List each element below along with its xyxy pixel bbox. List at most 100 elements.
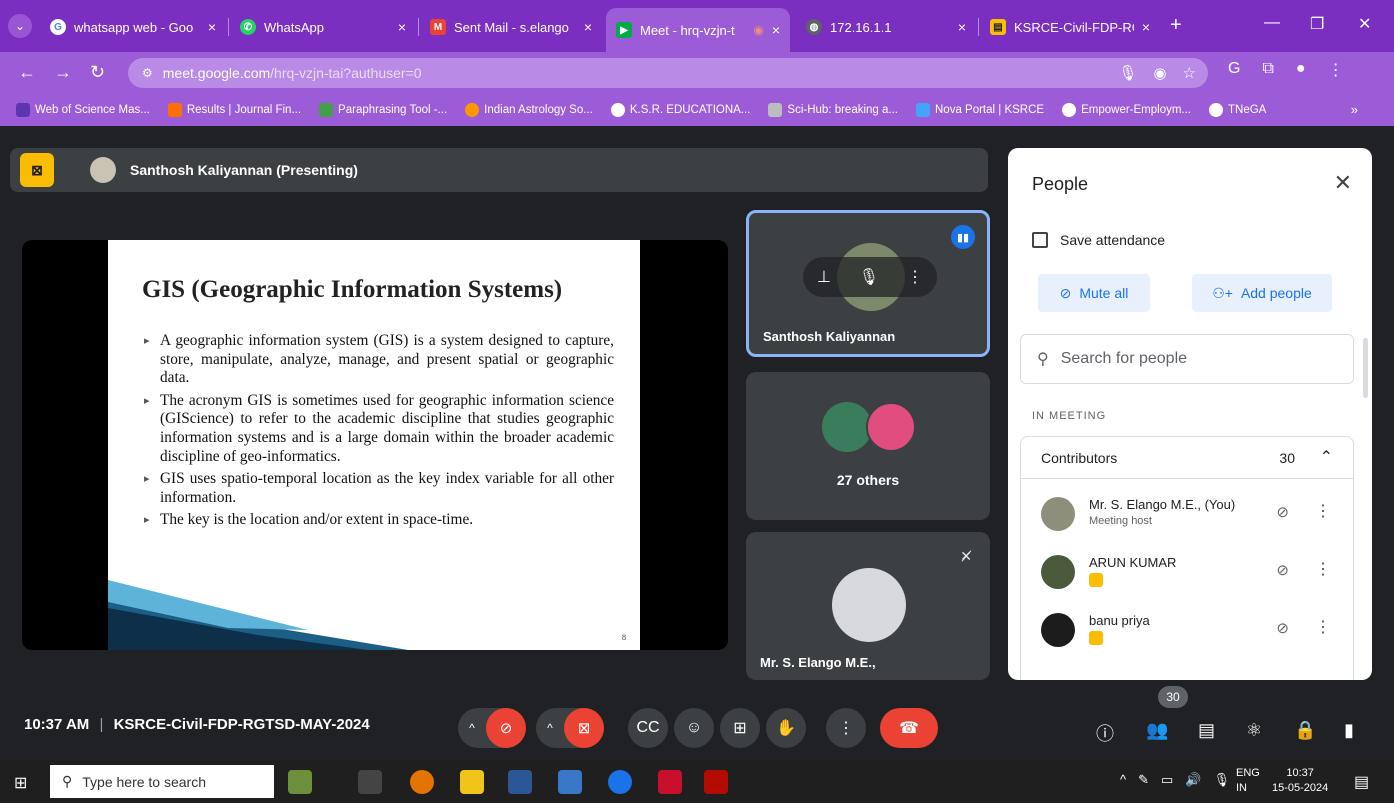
bookmark-item[interactable]: Web of Science Mas... (16, 103, 150, 117)
save-attendance-button[interactable]: Save attendance (1032, 232, 1165, 248)
tab-ksrce-fdp[interactable]: ▤ KSRCE-Civil-FDP-RGT × (980, 10, 1160, 44)
minimize-icon[interactable]: — (1264, 14, 1280, 32)
chevron-up-icon[interactable]: ^ (1120, 772, 1126, 788)
tab-search-icon[interactable]: ⌄ (8, 14, 32, 38)
chrome-icon[interactable] (410, 770, 434, 794)
acrobat-icon[interactable] (704, 770, 728, 794)
mic-off-icon[interactable]: ⊘ (1276, 561, 1289, 579)
people-icon[interactable]: 👥 (1146, 720, 1168, 741)
new-tab-button[interactable]: + (1170, 14, 1182, 37)
extensions-icon[interactable]: ⧉ (1262, 60, 1273, 80)
chevron-up-icon[interactable]: ^ (458, 721, 486, 735)
kebab-menu-icon[interactable]: ⋮ (826, 708, 866, 748)
host-controls-icon[interactable]: 🔒 (1294, 720, 1316, 741)
notification-icon[interactable]: ▤ (1354, 772, 1369, 792)
close-icon[interactable]: × (958, 19, 966, 35)
restore-icon[interactable]: ❐ (1310, 14, 1324, 34)
close-icon[interactable]: × (772, 22, 780, 38)
add-people-button[interactable]: ⚇+ Add people (1192, 274, 1332, 312)
stop-presenting-icon[interactable]: ⊠ (20, 153, 54, 187)
bookmark-item[interactable]: Sci-Hub: breaking a... (768, 103, 898, 117)
taskbar-app-icon[interactable] (558, 770, 582, 794)
microphone-icon[interactable]: 🎙 (1118, 64, 1137, 82)
kebab-menu-icon[interactable]: ⋮ (907, 267, 923, 287)
bookmark-item[interactable]: K.S.R. EDUCATIONA... (610, 103, 750, 117)
mic-off-icon[interactable]: ⊘ (486, 708, 526, 748)
task-view-icon[interactable] (358, 770, 382, 794)
taskbar-app-icon[interactable] (658, 770, 682, 794)
close-icon[interactable]: × (398, 19, 406, 35)
kebab-menu-icon[interactable]: ⋮ (1328, 60, 1344, 80)
network-icon[interactable]: ▭ (1161, 772, 1173, 788)
pen-icon[interactable]: ✎ (1138, 772, 1149, 788)
microphone-icon[interactable]: 🎙 (859, 267, 879, 287)
participant-tile-self[interactable]: ✕̸ Mr. S. Elango M.E., (746, 532, 990, 680)
close-icon[interactable]: × (208, 19, 216, 35)
participant-tile-others[interactable]: 27 others (746, 372, 990, 520)
mute-all-button[interactable]: ⊘ Mute all (1038, 274, 1150, 312)
raise-hand-icon[interactable]: ✋ (766, 708, 806, 748)
reload-icon[interactable]: ↻ (90, 62, 105, 83)
captions-icon[interactable]: CC (628, 708, 668, 748)
kebab-menu-icon[interactable]: ⋮ (1315, 559, 1331, 579)
taskbar-clock[interactable]: 10:37 15-05-2024 (1272, 766, 1328, 796)
tab-gmail-sent[interactable]: M Sent Mail - s.elango × (420, 10, 602, 44)
site-settings-icon[interactable]: ⚙ (142, 66, 153, 80)
eye-icon[interactable]: ◉ (1153, 64, 1166, 82)
participant-tile-presenter[interactable]: ⊥ 🎙 ⋮ ▮▮ Santhosh Kaliyannan (746, 210, 990, 357)
profile-icon[interactable]: ● (1296, 60, 1306, 80)
bookmark-item[interactable]: Results | Journal Fin... (167, 103, 301, 117)
file-explorer-icon[interactable] (460, 770, 484, 794)
tab-router[interactable]: ◍ 172.16.1.1 × (796, 10, 976, 44)
mic-off-icon[interactable]: ⊘ (1276, 619, 1289, 637)
tab-whatsapp[interactable]: ✆ WhatsApp × (230, 10, 416, 44)
back-icon[interactable]: ← (18, 62, 36, 83)
contributors-header[interactable]: Contributors 30 ⌃ (1021, 437, 1353, 479)
bookmark-item[interactable]: Empower-Employm... (1062, 103, 1191, 117)
kebab-menu-icon[interactable]: ⋮ (1315, 617, 1331, 637)
chevron-up-icon[interactable]: ⌃ (1320, 447, 1333, 467)
bookmark-item[interactable]: Nova Portal | KSRCE (916, 103, 1044, 117)
taskbar-search[interactable]: ⚲ Type here to search (50, 765, 274, 798)
hang-up-icon[interactable]: ☎ (880, 708, 938, 748)
forward-icon[interactable]: → (54, 62, 72, 83)
input-language[interactable]: ENG IN (1236, 766, 1260, 796)
list-item[interactable]: ARUN KUMAR ⊘ ⋮ (1021, 545, 1353, 601)
camera-off-icon[interactable]: ⊠ (564, 708, 604, 748)
google-extension-icon[interactable]: G (1228, 60, 1240, 80)
close-icon[interactable]: × (584, 19, 592, 35)
list-item[interactable]: Mr. S. Elango M.E., (You) Meeting host ⊘… (1021, 487, 1353, 543)
bookmarks-overflow-button[interactable]: » (1351, 102, 1358, 117)
chrome-profile-icon[interactable] (608, 770, 632, 794)
omnibox[interactable]: ⚙ meet.google.com /hrq-vzjn-tai?authuser… (128, 58, 1208, 88)
bookmark-star-icon[interactable]: ☆ (1183, 64, 1196, 82)
microphone-icon[interactable]: 🎙 (1214, 772, 1231, 788)
meeting-name: KSRCE-Civil-FDP-RGTSD-MAY-2024 (113, 716, 370, 733)
tab-google-meet[interactable]: ▶ Meet - hrq-vzjn-t ◉ × (606, 8, 790, 52)
pin-icon[interactable]: ⊥ (817, 267, 831, 287)
word-icon[interactable] (508, 770, 532, 794)
window-close-icon[interactable]: ✕ (1358, 14, 1371, 34)
kebab-menu-icon[interactable]: ⋮ (1315, 501, 1331, 521)
chevron-up-icon[interactable]: ^ (536, 721, 564, 735)
list-item[interactable]: banu priya ⊘ ⋮ (1021, 603, 1353, 659)
emoji-icon[interactable]: ☺ (674, 708, 714, 748)
people-search[interactable]: ⚲ (1020, 334, 1354, 384)
extension-icon[interactable]: ▮ (1344, 720, 1354, 741)
bookmark-item[interactable]: Indian Astrology So... (465, 103, 593, 117)
bookmark-item[interactable]: Paraphrasing Tool -... (319, 103, 447, 117)
scrollbar[interactable] (1363, 338, 1368, 398)
activities-icon[interactable]: ⚛ (1246, 720, 1262, 741)
bookmark-item[interactable]: TNeGA (1209, 103, 1266, 117)
taskbar-app-icon[interactable] (288, 770, 312, 794)
info-icon[interactable]: ⓘ (1096, 720, 1114, 746)
chat-icon[interactable]: ▤ (1198, 720, 1215, 741)
close-icon[interactable]: × (1142, 19, 1150, 35)
search-input[interactable] (1060, 350, 1311, 368)
windows-start-icon[interactable]: ⊞ (14, 773, 27, 793)
mic-off-icon[interactable]: ⊘ (1276, 503, 1289, 521)
present-screen-icon[interactable]: ⊞ (720, 708, 760, 748)
volume-icon[interactable]: 🔊 (1185, 772, 1201, 788)
tab-whatsapp-web-search[interactable]: G whatsapp web - Goo × (40, 10, 226, 44)
close-icon[interactable]: ✕ (1334, 170, 1352, 196)
